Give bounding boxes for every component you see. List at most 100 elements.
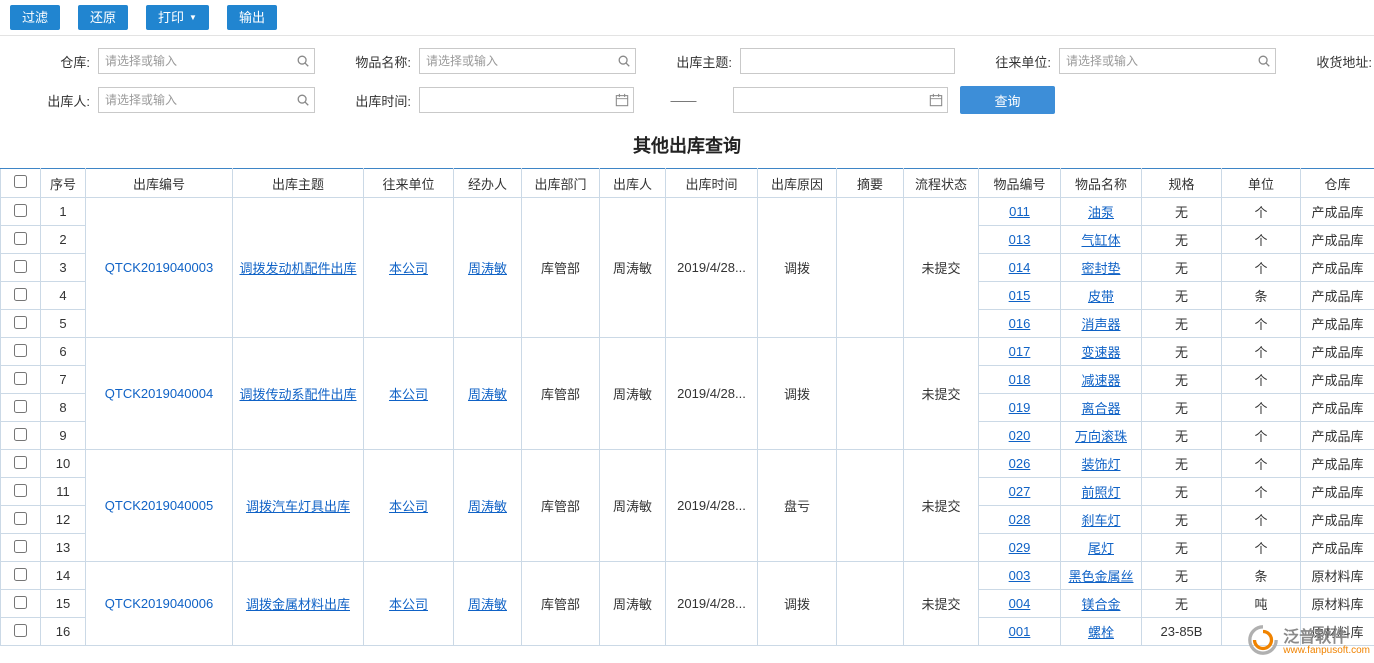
field-item-name: 物品名称: (351, 48, 636, 74)
row-checkbox[interactable] (14, 288, 27, 301)
partner-link[interactable]: 本公司 (389, 261, 428, 276)
row-select-cell (1, 590, 41, 618)
outbound-subject-link[interactable]: 调拨传动系配件出库 (239, 387, 356, 402)
outbound-code-link[interactable]: QTCK2019040004 (105, 386, 213, 401)
row-number: 1 (41, 198, 86, 226)
partner-input[interactable] (1059, 48, 1276, 74)
handler-link[interactable]: 周涛敏 (468, 499, 507, 514)
select-all-checkbox[interactable] (14, 175, 27, 188)
row-checkbox[interactable] (14, 428, 27, 441)
person-input[interactable] (98, 87, 315, 113)
item-code-link-cell: 029 (979, 534, 1061, 562)
warehouse-input[interactable] (98, 48, 315, 74)
time-start-input[interactable] (419, 87, 634, 113)
export-button[interactable]: 输出 (227, 5, 277, 31)
handler-link[interactable]: 周涛敏 (468, 387, 507, 402)
row-checkbox[interactable] (14, 596, 27, 609)
row-checkbox[interactable] (14, 484, 27, 497)
item-name-link-cell: 气缸体 (1061, 226, 1142, 254)
calendar-icon[interactable] (615, 93, 629, 112)
outbound-code-link[interactable]: QTCK2019040005 (105, 498, 213, 513)
item-code-link[interactable]: 011 (1009, 204, 1030, 219)
item-code-link[interactable]: 003 (1009, 568, 1031, 583)
row-checkbox[interactable] (14, 568, 27, 581)
item-code-link[interactable]: 029 (1009, 540, 1031, 555)
item-code-link[interactable]: 004 (1009, 596, 1031, 611)
handler-link[interactable]: 周涛敏 (468, 597, 507, 612)
print-button[interactable]: 打印▼ (146, 5, 209, 31)
outbound-subject-link-cell: 调拨传动系配件出库 (233, 338, 364, 450)
outbound-code-link[interactable]: QTCK2019040003 (105, 260, 213, 275)
item-code-link[interactable]: 028 (1009, 512, 1031, 527)
item-name-link[interactable]: 减速器 (1081, 373, 1120, 388)
item-name-link[interactable]: 黑色金属丝 (1068, 569, 1133, 584)
row-checkbox[interactable] (14, 540, 27, 553)
item-name-link[interactable]: 螺栓 (1088, 625, 1114, 640)
item-name-input[interactable] (419, 48, 636, 74)
time-end-input[interactable] (733, 87, 948, 113)
subject-input[interactable] (740, 48, 955, 74)
department-cell: 库管部 (522, 450, 600, 562)
item-name-link[interactable]: 变速器 (1081, 345, 1120, 360)
warehouse-cell: 产成品库 (1301, 422, 1374, 450)
handler-link[interactable]: 周涛敏 (468, 261, 507, 276)
item-name-link[interactable]: 离合器 (1081, 401, 1120, 416)
item-code-link[interactable]: 015 (1009, 288, 1031, 303)
item-name-link-cell: 黑色金属丝 (1061, 562, 1142, 590)
item-code-link[interactable]: 017 (1009, 344, 1031, 359)
search-icon[interactable] (296, 93, 310, 112)
item-code-link[interactable]: 013 (1009, 232, 1031, 247)
item-name-link-cell: 尾灯 (1061, 534, 1142, 562)
partner-link-cell: 本公司 (364, 562, 454, 646)
outbound-code-link[interactable]: QTCK2019040006 (105, 596, 213, 611)
item-code-link[interactable]: 019 (1009, 400, 1031, 415)
row-select-cell (1, 534, 41, 562)
subject-label: 出库主题: (672, 52, 732, 71)
item-name-link[interactable]: 消声器 (1081, 317, 1120, 332)
outbound-subject-link[interactable]: 调拨发动机配件出库 (239, 261, 356, 276)
search-icon[interactable] (617, 54, 631, 73)
item-name-link[interactable]: 装饰灯 (1081, 457, 1120, 472)
item-code-link[interactable]: 018 (1009, 372, 1031, 387)
calendar-icon[interactable] (929, 93, 943, 112)
row-checkbox[interactable] (14, 456, 27, 469)
item-code-link[interactable]: 020 (1009, 428, 1031, 443)
row-number: 13 (41, 534, 86, 562)
filter-button[interactable]: 过滤 (10, 5, 60, 31)
row-checkbox[interactable] (14, 204, 27, 217)
row-checkbox[interactable] (14, 316, 27, 329)
restore-button[interactable]: 还原 (78, 5, 128, 31)
item-name-link[interactable]: 尾灯 (1088, 541, 1114, 556)
item-code-link[interactable]: 001 (1009, 624, 1031, 639)
item-name-link[interactable]: 刹车灯 (1081, 513, 1120, 528)
query-button[interactable]: 查询 (960, 86, 1055, 114)
partner-link[interactable]: 本公司 (389, 499, 428, 514)
row-checkbox[interactable] (14, 344, 27, 357)
item-code-link[interactable]: 027 (1009, 484, 1031, 499)
search-icon[interactable] (1257, 54, 1271, 73)
row-checkbox[interactable] (14, 400, 27, 413)
item-name-link[interactable]: 皮带 (1088, 289, 1114, 304)
item-code-link[interactable]: 014 (1009, 260, 1031, 275)
item-name-link[interactable]: 前照灯 (1081, 485, 1120, 500)
item-code-link[interactable]: 016 (1009, 316, 1031, 331)
row-checkbox[interactable] (14, 372, 27, 385)
row-checkbox[interactable] (14, 512, 27, 525)
row-checkbox[interactable] (14, 232, 27, 245)
item-name-link[interactable]: 密封垫 (1081, 261, 1120, 276)
item-name-link[interactable]: 油泵 (1088, 205, 1114, 220)
outbound-subject-link[interactable]: 调拨金属材料出库 (246, 597, 350, 612)
item-code-link[interactable]: 026 (1009, 456, 1031, 471)
search-icon[interactable] (296, 54, 310, 73)
partner-link[interactable]: 本公司 (389, 597, 428, 612)
item-code-link-cell: 020 (979, 422, 1061, 450)
outbound-subject-link[interactable]: 调拨汽车灯具出库 (246, 499, 350, 514)
item-name-link[interactable]: 万向滚珠 (1075, 429, 1127, 444)
partner-link[interactable]: 本公司 (389, 387, 428, 402)
row-checkbox[interactable] (14, 260, 27, 273)
item-name-link[interactable]: 气缸体 (1081, 233, 1120, 248)
row-select-cell (1, 338, 41, 366)
item-name-link[interactable]: 镁合金 (1081, 597, 1120, 612)
field-warehouse: 仓库: (10, 48, 315, 74)
row-checkbox[interactable] (14, 624, 27, 637)
